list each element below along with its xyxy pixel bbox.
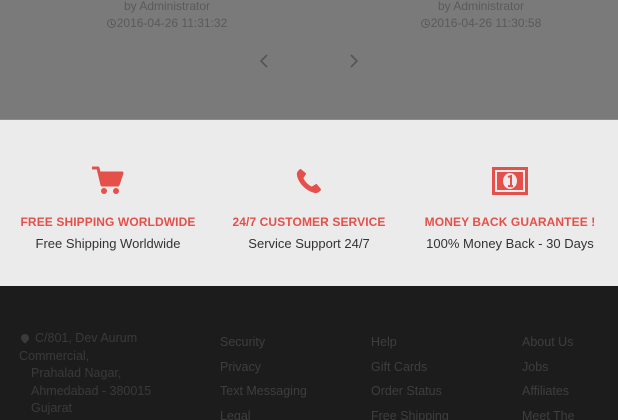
service-free-shipping: FREE SHIPPING WORLDWIDE Free Shipping Wo… (8, 164, 208, 251)
footer-links-company: About Us Jobs Affiliates Meet The (522, 330, 575, 420)
footer-link-help[interactable]: Help (371, 330, 449, 355)
footer-link-text-messaging[interactable]: Text Messaging (220, 379, 307, 404)
map-marker-icon (19, 332, 31, 344)
service-heading: MONEY BACK GUARANTEE ! (424, 215, 596, 229)
carousel-next-button[interactable] (344, 52, 362, 70)
post-author: by Administrator (123, 0, 211, 13)
service-text: Service Support 24/7 (248, 236, 370, 251)
blog-post-meta: by Administrator 2016-04-26 11:30:58 (381, 0, 581, 31)
clock-icon (106, 19, 116, 28)
chevron-right-icon (350, 54, 359, 68)
footer-address: C/801, Dev Aurum Commercial, Prahalad Na… (19, 331, 152, 415)
footer-link-affiliates[interactable]: Affiliates (522, 379, 575, 404)
footer-link-gift-cards[interactable]: Gift Cards (371, 355, 449, 380)
footer-link-security[interactable]: Security (220, 330, 307, 355)
footer-link-jobs[interactable]: Jobs (522, 355, 575, 380)
footer-link-order-status[interactable]: Order Status (371, 379, 449, 404)
service-heading: FREE SHIPPING WORLDWIDE (20, 215, 196, 229)
footer-links-policies: Security Privacy Text Messaging Legal (220, 330, 307, 420)
footer-link-about-us[interactable]: About Us (522, 330, 575, 355)
service-text: Free Shipping Worldwide (35, 236, 181, 251)
service-text: 100% Money Back - 30 Days (426, 236, 594, 251)
blog-strip: by Administrator 2016-04-26 11:31:32 by … (0, 0, 618, 119)
blog-post-meta: by Administrator 2016-04-26 11:31:32 (67, 0, 267, 31)
services-section: FREE SHIPPING WORLDWIDE Free Shipping Wo… (0, 119, 618, 286)
site-footer: C/801, Dev Aurum Commercial, Prahalad Na… (0, 286, 618, 420)
service-customer-service: 24/7 CUSTOMER SERVICE Service Support 24… (209, 164, 409, 251)
post-author: by Administrator (437, 0, 525, 13)
footer-link-legal[interactable]: Legal (220, 404, 307, 420)
post-datetime: 2016-04-26 11:31:32 (116, 16, 228, 30)
carousel-prev-button[interactable] (256, 52, 274, 70)
money-icon (492, 167, 528, 195)
cart-icon (92, 166, 124, 194)
footer-link-privacy[interactable]: Privacy (220, 355, 307, 380)
phone-icon (296, 168, 322, 194)
post-datetime: 2016-04-26 11:30:58 (430, 16, 542, 30)
service-heading: 24/7 CUSTOMER SERVICE (232, 215, 386, 229)
footer-link-meet-the[interactable]: Meet The (522, 404, 575, 420)
service-money-back: MONEY BACK GUARANTEE ! 100% Money Back -… (410, 164, 610, 251)
footer-link-free-shipping[interactable]: Free Shipping (371, 404, 449, 420)
chevron-left-icon (259, 54, 268, 68)
clock-icon (420, 19, 430, 28)
footer-links-support: Help Gift Cards Order Status Free Shippi… (371, 330, 449, 420)
